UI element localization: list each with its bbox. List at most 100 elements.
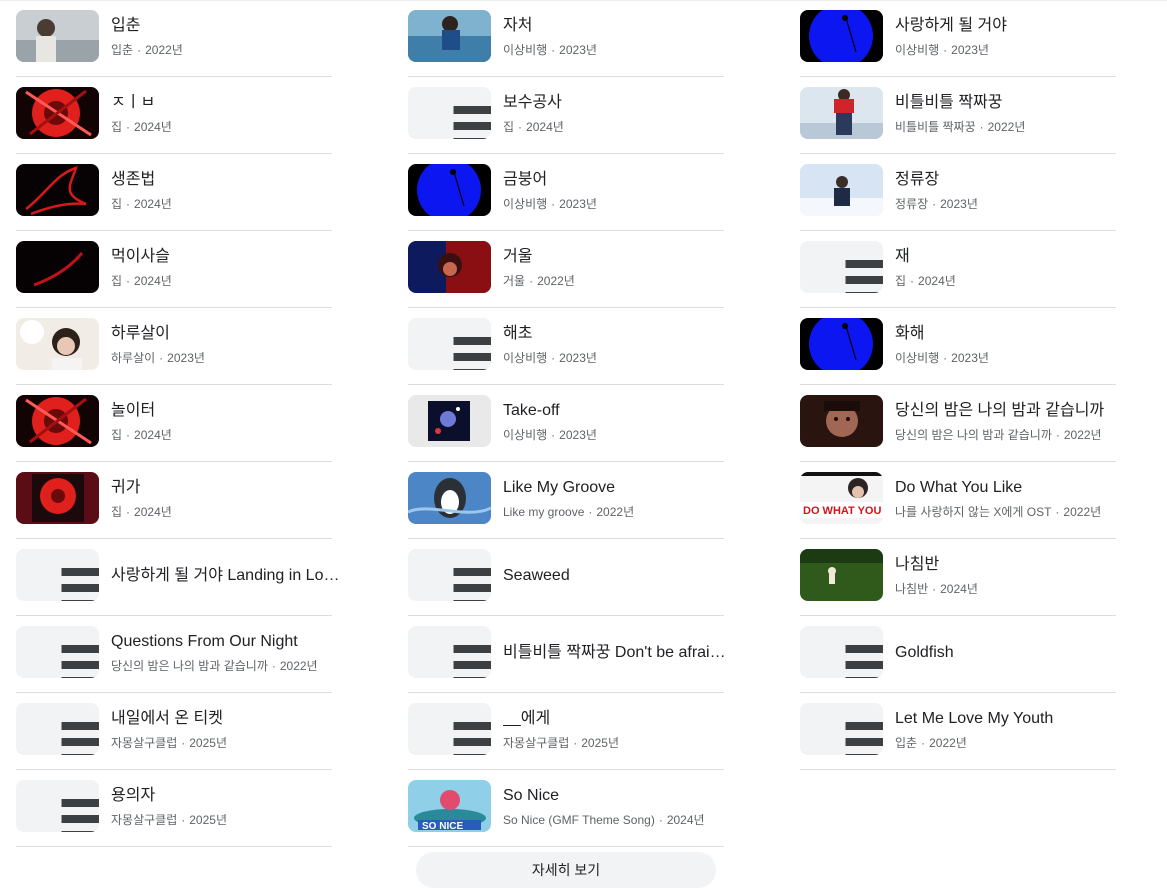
song-title[interactable]: 비틀비틀 짝짜꿍 Don't be afraid 가사 — [503, 643, 732, 663]
release-year: 2023년 — [167, 351, 205, 365]
song-title[interactable]: Like My Groove — [503, 478, 732, 498]
lyrics-lines-icon — [453, 337, 491, 370]
song-result-item[interactable]: SO NICE So Nice So Nice (GMF Theme Song) · 2… — [408, 770, 724, 847]
song-result-item[interactable]: __에게 자몽살구클럽 · 2025년 — [408, 693, 724, 770]
song-result-item[interactable]: 사랑하게 될 거야 Landing in Love 가사 — [16, 539, 340, 616]
song-title[interactable]: 나침반 — [895, 555, 1124, 575]
album-thumbnail — [16, 395, 99, 447]
song-title[interactable]: 해초 — [503, 324, 732, 344]
meta-separator: · — [932, 582, 937, 596]
song-result-item[interactable]: Like My Groove Like my groove · 2022년 — [408, 462, 724, 539]
album-thumbnail — [408, 164, 491, 216]
album-thumbnail — [800, 549, 883, 601]
album-name: 이상비행 — [503, 428, 548, 442]
song-result-item[interactable]: 금붕어 이상비행 · 2023년 — [408, 154, 724, 231]
song-title[interactable]: 사랑하게 될 거야 Landing in Love 가사 — [111, 566, 340, 586]
song-result-item[interactable]: Take-off 이상비행 · 2023년 — [408, 385, 724, 462]
song-title[interactable]: 화해 — [895, 324, 1124, 344]
song-result-item[interactable]: 정류장 정류장 · 2023년 — [800, 154, 1116, 231]
song-title[interactable]: 놀이터 — [111, 401, 340, 421]
song-title[interactable]: Let Me Love My Youth — [895, 709, 1124, 729]
svg-text:SO NICE: SO NICE — [422, 821, 463, 832]
song-result-item[interactable]: 내일에서 온 티켓 자몽살구클럽 · 2025년 — [16, 693, 332, 770]
song-result-item[interactable]: 먹이사슬 집 · 2024년 — [16, 231, 332, 308]
song-result-item[interactable]: 비틀비틀 짝짜꿍 비틀비틀 짝짜꿍 · 2022년 — [800, 77, 1116, 154]
song-result-item[interactable]: 거울 거울 · 2022년 — [408, 231, 724, 308]
song-title[interactable]: 생존법 — [111, 170, 340, 190]
song-result-item[interactable]: 놀이터 집 · 2024년 — [16, 385, 332, 462]
song-title[interactable]: 재 — [895, 247, 1124, 267]
song-result-item[interactable]: 보수공사 집 · 2024년 — [408, 77, 724, 154]
song-title[interactable]: 하루살이 — [111, 324, 340, 344]
album-name: 당신의 밤은 나의 밤과 같습니까 — [895, 428, 1052, 442]
song-title[interactable]: 용의자 — [111, 786, 340, 806]
album-thumbnail: SO NICE — [408, 780, 491, 832]
song-title[interactable]: 사랑하게 될 거야 — [895, 16, 1124, 36]
song-title[interactable]: __에게 — [503, 709, 732, 729]
song-result-item[interactable]: 해초 이상비행 · 2023년 — [408, 308, 724, 385]
song-result-item[interactable]: Questions From Our Night 당신의 밤은 나의 밤과 같습니… — [16, 616, 332, 693]
song-result-item[interactable]: 화해 이상비행 · 2023년 — [800, 308, 1116, 385]
song-title[interactable]: So Nice — [503, 786, 732, 806]
song-result-item[interactable]: 귀가 집 · 2024년 — [16, 462, 332, 539]
song-meta: 당신의 밤은 나의 밤과 같습니까 · 2022년 — [895, 427, 1102, 443]
song-result-item[interactable]: Seaweed — [408, 539, 724, 616]
song-title[interactable]: 보수공사 — [503, 93, 732, 113]
song-result-item[interactable]: 생존법 집 · 2024년 — [16, 154, 332, 231]
song-meta: 집 · 2024년 — [111, 119, 172, 135]
song-results-grid: 입춘 입춘 · 2022년 ㅈㅣㅂ 집 · 2024년 생존법 집 · 2024년 먹이사슬 집 · 2024… — [0, 0, 1167, 869]
song-result-item[interactable]: Goldfish — [800, 616, 1116, 693]
song-result-item[interactable]: DO WHAT YOU LIKEDo What You Like나를 사랑하지 … — [800, 462, 1116, 539]
song-result-item[interactable]: 용의자 자몽살구클럽 · 2025년 — [16, 770, 332, 847]
meta-separator: · — [126, 274, 131, 288]
song-result-item[interactable]: 사랑하게 될 거야 이상비행 · 2023년 — [800, 0, 1116, 77]
song-result-item[interactable]: 나침반 나침반 · 2024년 — [800, 539, 1116, 616]
song-text-block: 하루살이 하루살이 · 2023년 — [111, 308, 340, 384]
song-title[interactable]: Take-off — [503, 401, 732, 421]
album-thumbnail — [16, 87, 99, 139]
meta-separator: · — [921, 736, 926, 750]
song-title[interactable]: 금붕어 — [503, 170, 732, 190]
album-name: 집 — [111, 197, 123, 211]
show-more-button[interactable]: 자세히 보기 — [416, 852, 716, 888]
song-title[interactable]: 먹이사슬 — [111, 247, 340, 267]
song-result-item[interactable]: Let Me Love My Youth 입춘 · 2022년 — [800, 693, 1116, 770]
song-title[interactable]: Do What You Like — [895, 478, 1124, 498]
meta-separator: · — [551, 43, 556, 57]
album-thumbnail — [408, 241, 491, 293]
release-year: 2024년 — [134, 428, 172, 442]
song-title[interactable]: Questions From Our Night — [111, 632, 340, 652]
meta-separator: · — [126, 120, 131, 134]
album-name: 입춘 — [111, 43, 134, 57]
song-title[interactable]: 내일에서 온 티켓 — [111, 709, 340, 729]
release-year: 2024년 — [940, 582, 978, 596]
song-result-item[interactable]: 하루살이 하루살이 · 2023년 — [16, 308, 332, 385]
song-title[interactable]: 비틀비틀 짝짜꿍 — [895, 93, 1124, 113]
song-title[interactable]: 거울 — [503, 247, 732, 267]
song-title[interactable]: 자처 — [503, 16, 732, 36]
album-name: 집 — [111, 505, 123, 519]
song-meta: 이상비행 · 2023년 — [503, 196, 597, 212]
release-year: 2022년 — [987, 120, 1026, 134]
album-name: 정류장 — [895, 197, 929, 211]
song-title[interactable]: Seaweed — [503, 566, 732, 586]
song-result-item[interactable]: 입춘 입춘 · 2022년 — [16, 0, 332, 77]
song-title[interactable]: 귀가 — [111, 478, 340, 498]
song-result-item[interactable]: 재 집 · 2024년 — [800, 231, 1116, 308]
song-title[interactable]: 정류장 — [895, 170, 1124, 190]
album-thumbnail — [800, 318, 883, 370]
song-result-item[interactable]: ㅈㅣㅂ 집 · 2024년 — [16, 77, 332, 154]
song-title[interactable]: 당신의 밤은 나의 밤과 같습니까 — [895, 401, 1124, 421]
album-name: 집 — [111, 428, 123, 442]
song-result-item[interactable]: 당신의 밤은 나의 밤과 같습니까 당신의 밤은 나의 밤과 같습니까 · 2022년 — [800, 385, 1116, 462]
song-text-block: 비틀비틀 짝짜꿍 비틀비틀 짝짜꿍 · 2022년 — [895, 77, 1124, 153]
song-text-block: 당신의 밤은 나의 밤과 같습니까 당신의 밤은 나의 밤과 같습니까 · 2022년 — [895, 385, 1124, 461]
song-result-item[interactable]: 자처 이상비행 · 2023년 — [408, 0, 724, 77]
song-title[interactable]: Goldfish — [895, 643, 1124, 663]
song-title[interactable]: ㅈㅣㅂ — [111, 93, 340, 113]
song-text-block: Questions From Our Night 당신의 밤은 나의 밤과 같습니… — [111, 616, 340, 692]
song-result-item[interactable]: 비틀비틀 짝짜꿍 Don't be afraid 가사 — [408, 616, 732, 693]
song-text-block: 사랑하게 될 거야이상비행 · 2023년 — [895, 0, 1124, 76]
song-title[interactable]: 입춘 — [111, 16, 340, 36]
song-meta: 이상비행 · 2023년 — [895, 42, 989, 58]
